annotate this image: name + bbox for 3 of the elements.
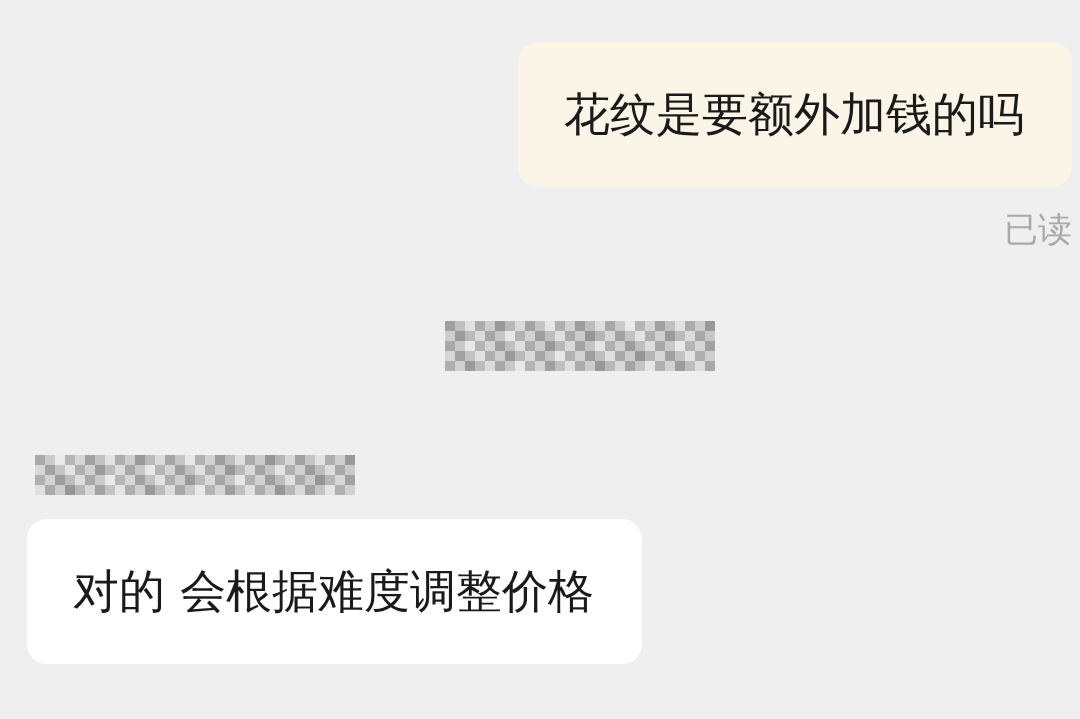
read-receipt: 已读 xyxy=(1004,208,1072,252)
message-bubble: 花纹是要额外加钱的吗 xyxy=(518,42,1072,188)
message-bubble: 对的 会根据难度调整价格 xyxy=(27,519,642,665)
